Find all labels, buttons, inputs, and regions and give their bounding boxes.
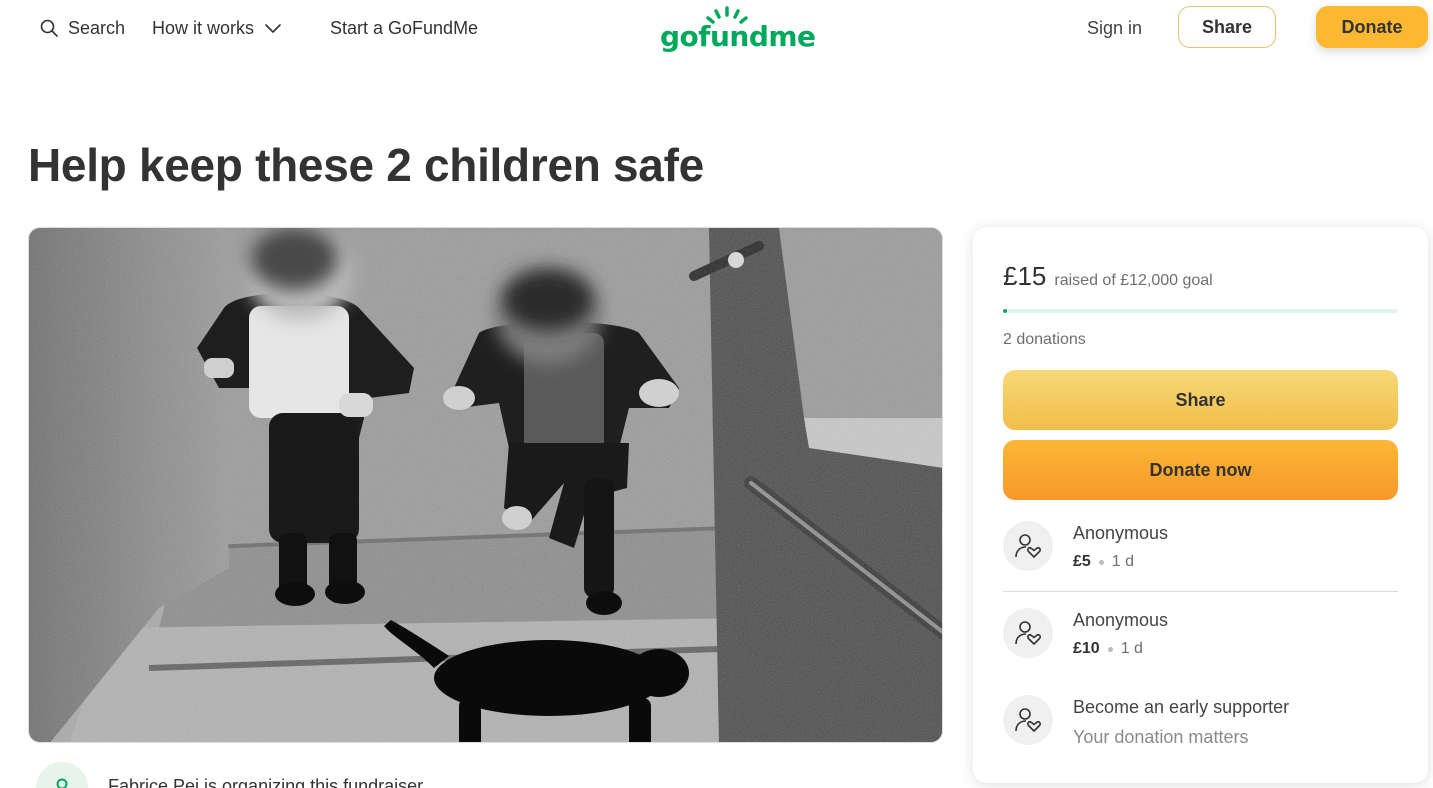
page-title: Help keep these 2 children safe	[28, 139, 704, 191]
start-gofundme-link[interactable]: Start a GoFundMe	[330, 14, 478, 42]
organizer-avatar	[36, 762, 88, 788]
organizer-text[interactable]: Fabrice Pei is organizing this fundraise…	[108, 776, 423, 788]
chevron-down-icon	[265, 24, 281, 33]
donate-now-label: Donate now	[1149, 459, 1252, 480]
donation-item: Anonymous £5 1 d	[1003, 517, 1398, 577]
header-share-label: Share	[1201, 16, 1253, 37]
donations-divider	[1003, 591, 1398, 592]
separator-dot	[1107, 646, 1113, 652]
donation-amount: £10	[1073, 640, 1100, 657]
donor-heart-icon	[1015, 534, 1042, 558]
header-share-button[interactable]: Share	[1178, 6, 1276, 48]
supporter-avatar	[1003, 695, 1053, 745]
donor-meta: £5 1 d	[1073, 553, 1134, 571]
donation-item: Anonymous £10 1 d	[1003, 604, 1398, 664]
raised-amount: £15	[1003, 261, 1047, 291]
share-button[interactable]: Share	[1003, 370, 1398, 430]
search-icon	[40, 19, 58, 37]
supporter-title: Become an early supporter	[1073, 697, 1290, 717]
separator-dot	[1098, 559, 1104, 565]
sign-in-label: Sign in	[1087, 17, 1143, 38]
header-donate-button[interactable]: Donate	[1316, 6, 1428, 48]
search-link[interactable]: Search	[40, 14, 125, 42]
donate-now-button[interactable]: Donate now	[1003, 440, 1398, 500]
logo-wordmark: gofundme	[660, 20, 816, 53]
share-button-label: Share	[1175, 389, 1226, 410]
early-supporter-item[interactable]: Become an early supporter Your donation …	[1003, 691, 1398, 751]
donor-name: Anonymous	[1073, 610, 1169, 630]
donation-card: £15 raised of £12,000 goal 2 donations S…	[973, 227, 1428, 783]
header-donate-label: Donate	[1341, 16, 1403, 37]
start-gofundme-label: Start a GoFundMe	[330, 17, 479, 38]
top-navigation: Search How it works Start a GoFundMe gof…	[0, 0, 1433, 56]
progress-fill	[1003, 309, 1007, 313]
supporter-subtitle: Your donation matters	[1073, 727, 1249, 747]
campaign-photo[interactable]	[28, 227, 943, 743]
organizer-row: Fabrice Pei is organizing this fundraise…	[36, 762, 423, 788]
donation-time: 1 d	[1111, 553, 1135, 570]
progress-bar	[1003, 309, 1398, 313]
donor-name: Anonymous	[1073, 523, 1169, 543]
sign-in-link[interactable]: Sign in	[1087, 14, 1142, 42]
gofundme-logo[interactable]: gofundme	[660, 4, 816, 53]
organizer-icon	[56, 778, 68, 788]
donation-time: 1 d	[1120, 640, 1143, 657]
donor-heart-icon	[1015, 708, 1042, 732]
donation-count[interactable]: 2 donations	[1003, 331, 1086, 349]
search-label: Search	[68, 17, 126, 38]
donor-avatar	[1003, 521, 1053, 571]
donor-heart-icon	[1015, 621, 1042, 645]
raised-goal: raised of £12,000 goal	[1054, 272, 1213, 289]
donor-avatar	[1003, 608, 1053, 658]
donor-meta: £10 1 d	[1073, 640, 1143, 658]
how-it-works-menu[interactable]: How it works	[152, 14, 282, 42]
how-it-works-label: How it works	[152, 17, 255, 38]
raised-summary: £15 raised of £12,000 goal	[1003, 261, 1213, 292]
donation-amount: £5	[1073, 553, 1091, 570]
